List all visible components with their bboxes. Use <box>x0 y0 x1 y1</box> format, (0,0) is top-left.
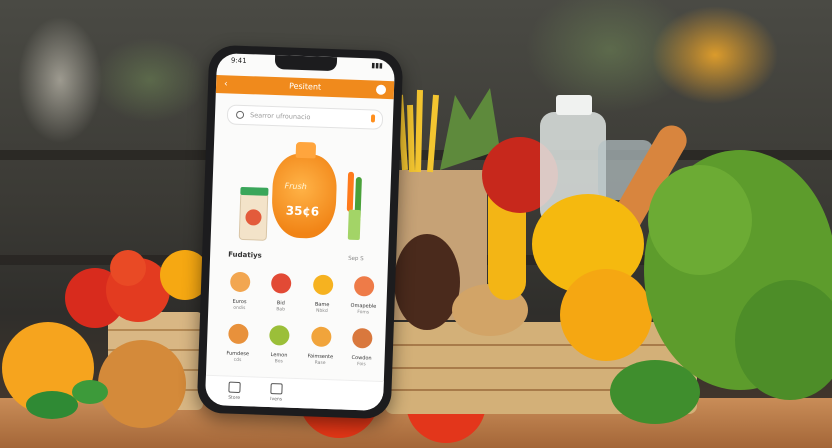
melon <box>98 340 186 428</box>
app-header: ‹ Pesitent <box>215 74 395 100</box>
product-label: Cowdon <box>351 354 372 362</box>
orange <box>560 269 652 361</box>
product-sub: Fois <box>356 362 366 368</box>
leaf <box>72 380 108 404</box>
leaf <box>26 391 78 419</box>
eggplant <box>394 234 460 330</box>
search-input[interactable]: Searror ufrounacio <box>226 104 384 130</box>
section-title: Fudatiys <box>228 250 262 260</box>
tomato <box>110 250 146 286</box>
bottle-cap <box>556 95 592 115</box>
promo-bag-banner[interactable]: Frush 35¢6 <box>270 141 338 240</box>
broccoli <box>610 360 700 424</box>
lettuce-leaf <box>648 165 752 275</box>
product-item[interactable]: Fumdese cds <box>220 323 255 363</box>
tab-store[interactable]: Store <box>219 381 250 401</box>
promo-price: 35¢6 <box>285 203 320 219</box>
app-title: Pesitent <box>288 81 322 92</box>
product-icon <box>228 323 249 345</box>
home-icon <box>228 381 241 394</box>
product-label: Faimsente <box>307 353 334 361</box>
product-sub: Nbkd <box>315 308 328 315</box>
sauce-jar-image <box>238 186 269 241</box>
product-icon <box>312 274 334 296</box>
product-item[interactable]: Cowdon Fois <box>344 327 379 368</box>
profile-icon[interactable] <box>375 84 387 95</box>
product-sub: Bab <box>276 307 286 313</box>
product-grid-row-2: Fumdese cds Lemon Bos Faimsente Rase Cow… <box>220 323 379 367</box>
jar-lid <box>240 186 269 196</box>
jar-label <box>245 209 262 226</box>
search-icon <box>235 110 245 119</box>
product-sub: Bos <box>274 359 283 365</box>
product-sub: Rase <box>314 360 326 366</box>
product-item[interactable]: Bame Nbkd <box>305 274 340 314</box>
product-icon <box>269 325 291 346</box>
vegetables-image <box>346 171 362 241</box>
tab-label: Ivens <box>270 397 283 403</box>
bottom-tab-bar: Store Ivens <box>204 374 384 411</box>
product-label: Omapeble <box>350 302 377 310</box>
tab-label: Store <box>228 395 241 402</box>
product-item[interactable]: Euros ondis <box>222 271 257 311</box>
product-label: Euros <box>232 298 247 306</box>
product-label: Lemon <box>270 352 288 359</box>
status-time: 9:41 <box>230 56 247 66</box>
product-label: Bid <box>276 300 285 307</box>
product-item[interactable]: Faimsente Rase <box>303 326 338 366</box>
product-icon <box>351 327 373 349</box>
product-icon <box>229 271 251 293</box>
phone-notch <box>274 55 338 72</box>
product-icon <box>353 275 375 297</box>
back-icon[interactable]: ‹ <box>224 75 228 93</box>
produce-illustration <box>2 88 832 443</box>
product-sub: cds <box>233 357 242 364</box>
product-sub: Foms <box>357 310 370 316</box>
tab-items[interactable]: Ivens <box>261 383 292 403</box>
battery-icon: ▮▮▮ <box>371 61 383 70</box>
product-label: Bame <box>314 301 330 309</box>
product-label: Fumdese <box>226 350 250 358</box>
product-item[interactable]: Omapeble Foms <box>346 275 381 316</box>
product-sub: ondis <box>233 305 246 312</box>
product-icon <box>310 326 332 348</box>
product-item[interactable]: Bid Bab <box>264 273 299 313</box>
microphone-icon[interactable] <box>370 114 376 123</box>
pasta <box>397 89 439 173</box>
grocery-scene: 9:41 ▮▮▮ ‹ Pesitent Searror ufrounacio F… <box>0 0 832 448</box>
search-placeholder: Searror ufrounacio <box>249 111 311 122</box>
cart-icon <box>270 383 283 395</box>
bag-tie <box>295 141 317 159</box>
product-icon <box>271 273 292 294</box>
app-screen: 9:41 ▮▮▮ ‹ Pesitent Searror ufrounacio F… <box>204 53 396 411</box>
smartphone: 9:41 ▮▮▮ ‹ Pesitent Searror ufrounacio F… <box>196 44 404 420</box>
product-item[interactable]: Lemon Bos <box>262 325 297 365</box>
promo-label: Frush <box>284 181 307 192</box>
product-grid-row-1: Euros ondis Bid Bab Bame Nbkd Omapeble F… <box>222 271 381 315</box>
see-all-link[interactable]: Sep S <box>348 256 364 263</box>
